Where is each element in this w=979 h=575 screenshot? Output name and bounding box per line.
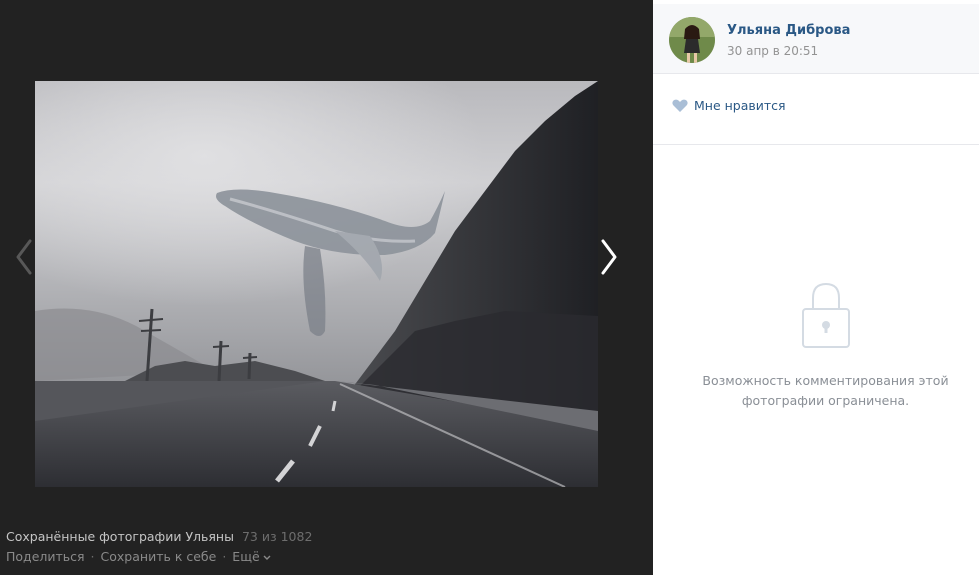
album-info: Сохранённые фотографии Ульяны 73 из 1082 bbox=[6, 529, 312, 544]
author-header: Ульяна Диброва 30 апр в 20:51 bbox=[653, 4, 979, 74]
more-menu-button[interactable]: Ещё bbox=[232, 549, 271, 564]
separator: · bbox=[90, 549, 95, 564]
chevron-right-icon bbox=[601, 239, 617, 275]
photo-viewer: Сохранённые фотографии Ульяны 73 из 1082 … bbox=[0, 0, 653, 575]
prev-photo-button[interactable] bbox=[10, 235, 40, 279]
chevron-down-icon bbox=[263, 555, 271, 560]
share-link[interactable]: Поделиться bbox=[6, 549, 85, 564]
photo-sidebar: Ульяна Диброва 30 апр в 20:51 Мне нравит… bbox=[653, 0, 979, 575]
save-to-my-photos-link[interactable]: Сохранить к себе bbox=[101, 549, 217, 564]
like-label: Мне нравится bbox=[694, 98, 786, 113]
like-section: Мне нравится bbox=[653, 74, 979, 145]
photo-counter: 73 из 1082 bbox=[241, 529, 313, 544]
post-date[interactable]: 30 апр в 20:51 bbox=[727, 44, 818, 58]
more-label: Ещё bbox=[232, 549, 260, 564]
album-title-link[interactable]: Сохранённые фотографии Ульяны bbox=[6, 529, 234, 544]
photo[interactable] bbox=[35, 81, 598, 487]
author-avatar[interactable] bbox=[669, 17, 715, 63]
avatar-image bbox=[669, 17, 715, 63]
lock-icon bbox=[801, 281, 851, 353]
photo-image bbox=[35, 81, 598, 487]
comments-restricted-message: Возможность комментирования этой фотогра… bbox=[702, 373, 949, 408]
separator: · bbox=[222, 549, 227, 564]
chevron-left-icon bbox=[16, 239, 32, 275]
photo-actions: Поделиться · Сохранить к себе · Ещё bbox=[6, 549, 271, 564]
next-photo-button[interactable] bbox=[594, 235, 624, 279]
author-name-link[interactable]: Ульяна Диброва bbox=[727, 23, 850, 38]
heart-icon bbox=[672, 99, 688, 112]
like-button[interactable]: Мне нравится bbox=[672, 98, 786, 113]
